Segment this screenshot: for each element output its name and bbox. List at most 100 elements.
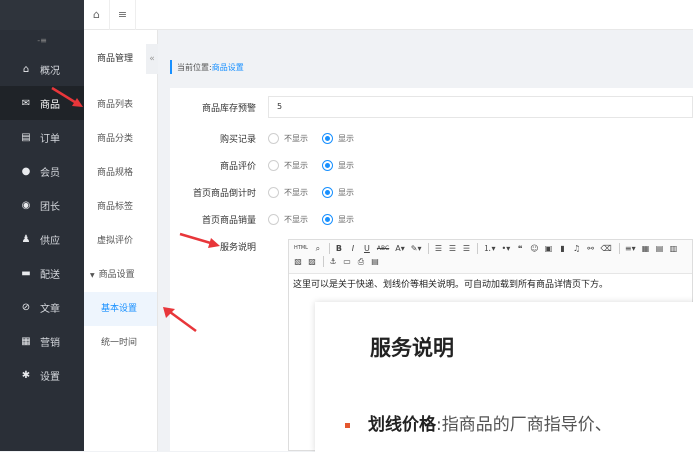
form-row-stock-warning: 商品库存预警 5 — [170, 96, 693, 118]
submenu-item-product-tag[interactable]: 商品标签 — [84, 190, 157, 224]
toolbar-divider — [323, 256, 324, 267]
hamburger-icon: ≡ — [117, 8, 128, 21]
form-row-service-label: 服务说明 — [170, 240, 268, 253]
sidebar-item-label: 商品 — [40, 99, 60, 111]
code-icon[interactable]: ▭ — [341, 255, 353, 268]
radio-show[interactable]: 显示 — [322, 214, 354, 225]
menu-toggle-button[interactable]: ≡ — [110, 0, 136, 30]
align-right-icon[interactable]: ☰ — [460, 242, 472, 255]
submenu-group-label: 商品设置 — [98, 270, 135, 280]
home-button[interactable]: ⌂ — [84, 0, 110, 30]
main-sidebar: -≡ ⌂ 概况 ✉ 商品 ▤ 订单 ● 会员 ◉ 团长 ♟ 供应 ▬ 配送 ⊘ … — [0, 0, 84, 451]
table-split-icon[interactable]: ▨ — [306, 255, 318, 268]
radio-show[interactable]: 显示 — [322, 133, 354, 144]
submenu-collapse-button[interactable]: « — [146, 44, 158, 74]
form-row-purchase-record: 购买记录 不显示 显示 — [170, 132, 368, 145]
preview-heading: 服务说明 — [370, 336, 454, 360]
submenu-item-product-category[interactable]: 商品分类 — [84, 122, 157, 156]
anchor-icon[interactable]: ⚓ — [327, 255, 339, 268]
radio-label: 显示 — [338, 134, 354, 143]
unordered-list-icon[interactable]: •▾ — [499, 242, 512, 255]
print-icon[interactable]: ⎙ — [355, 255, 367, 268]
radio-circle-checked — [322, 133, 333, 144]
quote-icon[interactable]: ❝ — [514, 242, 526, 255]
submenu-item-virtual-review[interactable]: 虚拟评价 — [84, 224, 157, 258]
preview-list-item: 划线价格:指商品的厂商指导价、 — [345, 410, 612, 435]
submenu-item-basic-settings[interactable]: 基本设置 — [84, 292, 157, 326]
link-icon[interactable]: ⚯ — [585, 242, 597, 255]
top-bar: ⌂ ≡ — [84, 0, 693, 30]
delivery-icon: ▬ — [21, 267, 31, 279]
underline-icon[interactable]: U — [361, 242, 373, 255]
italic-icon[interactable]: I — [347, 242, 359, 255]
settings-form: 商品库存预警 5 购买记录 不显示 显示 商品评价 不显示 显示 首页商品倒计时… — [170, 88, 693, 452]
home-icon: ⌂ — [22, 63, 30, 75]
sidebar-item-label: 会员 — [40, 167, 60, 179]
sidebar-item-members[interactable]: ● 会员 — [0, 154, 84, 188]
breadcrumb: 当前位置: 商品设置 — [170, 60, 244, 74]
sidebar-toggle-button[interactable]: -≡ — [0, 30, 84, 52]
sidebar-item-products[interactable]: ✉ 商品 — [0, 86, 84, 120]
music-icon[interactable]: ♫ — [571, 242, 583, 255]
field-label: 商品评价 — [219, 162, 256, 172]
sidebar-item-label: 营销 — [40, 337, 60, 349]
editor-toolbar: HTML ⌕ B I U ABC A▾ ✎▾ ☰ ☰ ☰ ⒈▾ •▾ ❝ ☺ ▣… — [289, 240, 692, 274]
table-row-icon[interactable]: ▤ — [654, 242, 666, 255]
radio-show[interactable]: 显示 — [322, 160, 354, 171]
breadcrumb-current[interactable]: 商品设置 — [212, 62, 244, 73]
paste-icon[interactable]: ▤ — [369, 255, 381, 268]
radio-hide[interactable]: 不显示 — [268, 133, 308, 144]
radio-show[interactable]: 显示 — [322, 187, 354, 198]
toolbar-divider — [428, 243, 430, 254]
main-content: 当前位置: 商品设置 商品库存预警 5 购买记录 不显示 显示 商品评价 不显示… — [158, 30, 693, 452]
sidebar-item-leaders[interactable]: ◉ 团长 — [0, 188, 84, 222]
ordered-list-icon[interactable]: ⒈▾ — [481, 242, 497, 255]
bold-icon[interactable]: B — [333, 242, 345, 255]
sidebar-item-supply[interactable]: ♟ 供应 — [0, 222, 84, 256]
align-center-icon[interactable]: ☰ — [446, 242, 458, 255]
preview-item-bold: 划线价格 — [368, 415, 436, 435]
field-label: 购买记录 — [219, 135, 256, 145]
zoom-icon[interactable]: ⌕ — [312, 242, 324, 255]
toolbar-divider — [618, 243, 620, 254]
table-merge-icon[interactable]: ▧ — [292, 255, 304, 268]
html-source-icon[interactable]: HTML — [292, 242, 310, 255]
sidebar-item-orders[interactable]: ▤ 订单 — [0, 120, 84, 154]
file-icon[interactable]: ▮ — [557, 242, 569, 255]
align-left-icon[interactable]: ☰ — [432, 242, 444, 255]
service-preview-image: 服务说明 划线价格:指商品的厂商指导价、 — [315, 302, 693, 452]
radio-hide[interactable]: 不显示 — [268, 214, 308, 225]
bullet-icon — [345, 422, 350, 428]
stock-warning-input[interactable]: 5 — [268, 96, 693, 118]
editor-content[interactable]: 这里可以是关于快递、划线价等相关说明。可自动加载到所有商品详情页下方。 — [289, 274, 692, 293]
member-icon: ● — [21, 165, 31, 177]
radio-label: 显示 — [338, 188, 354, 197]
radio-hide[interactable]: 不显示 — [268, 187, 308, 198]
rich-text-editor[interactable]: HTML ⌕ B I U ABC A▾ ✎▾ ☰ ☰ ☰ ⒈▾ •▾ ❝ ☺ ▣… — [288, 239, 693, 452]
sidebar-item-settings[interactable]: ✱ 设置 — [0, 358, 84, 392]
submenu-item-product-spec[interactable]: 商品规格 — [84, 156, 157, 190]
radio-hide[interactable]: 不显示 — [268, 160, 308, 171]
field-label: 商品库存预警 — [201, 103, 256, 114]
order-icon: ▤ — [21, 131, 31, 143]
submenu-group-product-settings[interactable]: ▼ 商品设置 — [84, 258, 157, 292]
eraser-icon[interactable]: ⌫ — [599, 242, 614, 255]
emoji-icon[interactable]: ☺ — [528, 242, 540, 255]
sidebar-item-overview[interactable]: ⌂ 概况 — [0, 52, 84, 86]
sidebar-item-articles[interactable]: ⊘ 文章 — [0, 290, 84, 324]
submenu-item-unified-time[interactable]: 统一时间 — [84, 326, 157, 360]
font-color-icon[interactable]: A▾ — [393, 242, 407, 255]
form-row-home-countdown: 首页商品倒计时 不显示 显示 — [170, 186, 368, 199]
sidebar-item-delivery[interactable]: ▬ 配送 — [0, 256, 84, 290]
submenu-item-product-list[interactable]: 商品列表 — [84, 88, 157, 122]
marketing-icon: ▦ — [21, 335, 31, 347]
table-icon[interactable]: ▦ — [640, 242, 652, 255]
highlight-icon[interactable]: ✎▾ — [409, 242, 424, 255]
sidebar-item-marketing[interactable]: ▦ 营销 — [0, 324, 84, 358]
radio-label: 不显示 — [284, 215, 308, 224]
form-row-home-sales: 首页商品销量 不显示 显示 — [170, 213, 368, 226]
line-height-icon[interactable]: ≡▾ — [623, 242, 638, 255]
table-col-icon[interactable]: ▥ — [668, 242, 680, 255]
strikethrough-icon[interactable]: ABC — [375, 242, 391, 255]
image-icon[interactable]: ▣ — [543, 242, 555, 255]
